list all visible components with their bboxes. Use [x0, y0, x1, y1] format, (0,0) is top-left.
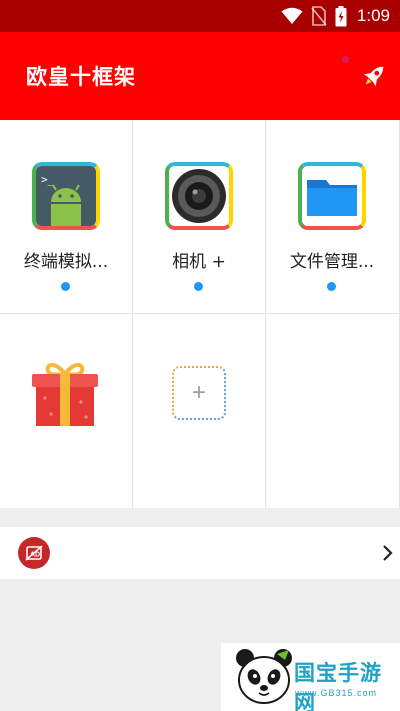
app-cell-camera[interactable]: 相机 +	[133, 120, 265, 313]
running-indicator	[194, 282, 203, 291]
wifi-icon	[281, 7, 303, 24]
app-icon-frame	[298, 162, 366, 230]
plus-icon: +	[191, 379, 206, 406]
app-label: 文件管理...	[289, 252, 375, 272]
notification-dot	[342, 56, 349, 63]
panda-logo	[236, 649, 292, 704]
add-app-cell[interactable]: +	[133, 314, 265, 507]
watermark-brand: 国宝手游网	[294, 661, 382, 711]
app-cell-file-manager[interactable]: 文件管理...	[266, 120, 398, 313]
watermark-url: www.GB315.com	[295, 688, 378, 698]
no-sim-icon	[311, 6, 327, 26]
add-app-icon: +	[172, 366, 226, 420]
app-bar: 欧皇十框架	[0, 32, 400, 120]
status-bar: 1:09	[0, 0, 400, 32]
folder-icon	[302, 166, 362, 226]
app-cell-terminal[interactable]: >_ 终端模拟...	[0, 120, 132, 313]
app-title: 欧皇十框架	[26, 65, 136, 89]
running-indicator	[61, 282, 70, 291]
camera-lens-icon	[169, 166, 229, 226]
running-indicator	[327, 282, 336, 291]
empty-cell	[266, 314, 398, 507]
app-label: 相机 +	[172, 252, 226, 272]
ad-settings-row[interactable]: AD	[0, 527, 400, 579]
gift-icon	[32, 363, 98, 426]
gift-cell[interactable]	[0, 314, 132, 507]
app-icon-frame	[165, 162, 233, 230]
chevron-right-icon[interactable]	[380, 541, 396, 565]
app-label: 终端模拟...	[23, 252, 109, 272]
terminal-android-icon: >_	[36, 166, 96, 226]
status-icons: 1:09	[281, 5, 390, 27]
app-icon-frame: >_	[32, 162, 100, 230]
clock: 1:09	[356, 6, 390, 25]
no-ads-icon: AD	[18, 537, 50, 569]
svg-text:>_: >_	[41, 173, 55, 186]
watermark: 国宝手游网 www.GB315.com	[221, 643, 400, 711]
rocket-icon[interactable]	[358, 60, 390, 92]
battery-charging-icon	[335, 5, 347, 26]
app-grid: >_ 终端模拟... 相机 + 文件管理... +	[0, 120, 400, 508]
